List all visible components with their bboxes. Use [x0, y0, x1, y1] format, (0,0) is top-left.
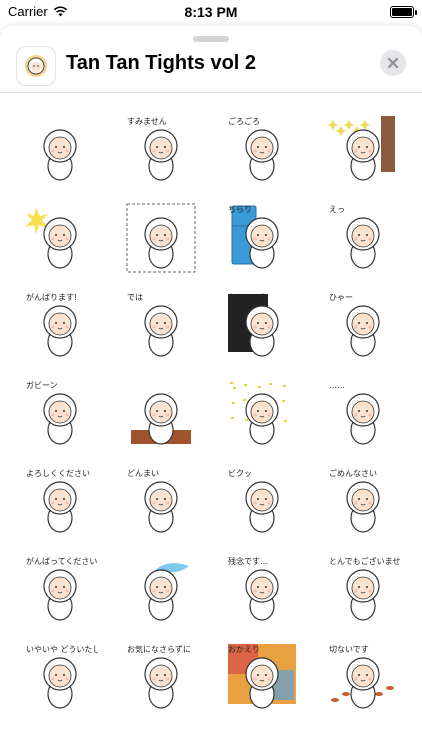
header-divider — [0, 92, 422, 93]
sticker-sad-leaves-icon: 切ないです — [329, 645, 394, 709]
sticker-text: すみません — [127, 117, 167, 126]
sticker-cell[interactable]: がんばります! — [10, 282, 110, 370]
sticker-cell[interactable] — [111, 194, 211, 282]
sticker-cell[interactable] — [10, 106, 110, 194]
sticker-cell[interactable]: ビクッ — [212, 458, 312, 546]
sticker-text: えっ — [329, 205, 345, 214]
sticker-text: いやいや どういたしまして — [26, 645, 98, 654]
sticker-text: …… — [329, 381, 345, 390]
sticker-cell[interactable]: ちらり — [212, 194, 312, 282]
sticker-text: ひゃー — [329, 293, 353, 302]
sticker-text: ごめんなさい — [329, 468, 377, 478]
sticker-text: がんばります! — [26, 292, 77, 302]
sticker-cell[interactable] — [111, 370, 211, 458]
sticker-cell[interactable]: お気になさらずに — [111, 634, 211, 722]
sticker-dont-worry-icon: お気になさらずに — [127, 644, 191, 709]
sticker-text: ごろごろ — [228, 116, 260, 126]
sticker-sheet: Tan Tan Tights vol 2 すみません ごろごろちらり えっがんばりま… — [0, 26, 422, 750]
sticker-bow-icon: よろしくください — [26, 469, 90, 533]
sticker-text: ビクッ — [228, 469, 252, 478]
sticker-donmai-icon: どんまい — [127, 469, 178, 533]
sticker-cell[interactable]: …… — [313, 370, 413, 458]
sticker-scream-icon: ひゃー — [329, 293, 380, 357]
sticker-text: とんでもございません — [329, 556, 401, 566]
sticker-water-splash-icon — [144, 563, 189, 621]
sticker-cell[interactable] — [212, 370, 312, 458]
sticker-surprised-icon: えっ — [329, 205, 380, 269]
sticker-grid: すみません ごろごろちらり えっがんばります! では なんという ひゃーガビーン …… よろし… — [10, 106, 412, 722]
sticker-humble-icon: とんでもございません — [329, 556, 401, 621]
sticker-text: 残念です… — [228, 556, 268, 566]
sticker-confetti-icon — [230, 382, 287, 445]
sticker-cell[interactable]: おかえり — [212, 634, 312, 722]
sticker-reading-cry-icon — [131, 393, 191, 445]
sticker-apology-icon: すみません — [127, 117, 178, 181]
sticker-cheer-drum-icon: がんばってください! — [26, 556, 98, 621]
sticker-text: では — [127, 293, 143, 302]
sticker-text: なんという — [228, 293, 268, 302]
sticker-text: どんまい — [127, 469, 159, 478]
sticker-cell[interactable]: 切ないです — [313, 634, 413, 722]
sticker-cell[interactable]: いやいや どういたしまして — [10, 634, 110, 722]
app-icon — [16, 46, 56, 86]
sticker-flash-icon — [25, 208, 77, 269]
status-time: 8:13 PM — [184, 4, 238, 20]
sticker-shock-icon — [126, 203, 196, 273]
sticker-cell[interactable]: なんという — [212, 282, 312, 370]
sheet-header: Tan Tan Tights vol 2 — [0, 42, 422, 92]
sticker-sparkle-door-icon — [327, 116, 395, 181]
sticker-fridge-peek-icon: ちらり — [228, 205, 279, 269]
sticker-karate-icon: がんばります! — [26, 292, 77, 357]
sticker-text: ガビーン — [26, 380, 58, 390]
sticker-startle-icon: ビクッ — [228, 469, 279, 533]
close-button[interactable] — [380, 50, 406, 76]
sticker-cell[interactable]: 残念です… — [212, 546, 312, 634]
sticker-text: おかえり — [228, 645, 260, 654]
sticker-cell[interactable]: がんばってください! — [10, 546, 110, 634]
sticker-cell[interactable]: すみません — [111, 106, 211, 194]
sticker-disappointed-icon: 残念です… — [228, 556, 279, 621]
sticker-dramatic-icon: なんという — [228, 293, 279, 357]
sticker-cell[interactable]: よろしくください — [10, 458, 110, 546]
sticker-gabin-icon: ガビーン — [26, 380, 77, 445]
sticker-cell[interactable]: では — [111, 282, 211, 370]
sticker-text: ちらり — [228, 205, 252, 214]
sticker-cell[interactable]: とんでもございません — [313, 546, 413, 634]
page-title: Tan Tan Tights vol 2 — [66, 52, 257, 74]
sticker-welcome-icon: いやいや どういたしまして — [26, 645, 98, 709]
sticker-cell[interactable]: どんまい — [111, 458, 211, 546]
sticker-cell[interactable]: えっ — [313, 194, 413, 282]
sticker-cell[interactable] — [111, 546, 211, 634]
sticker-text: 切ないです — [329, 645, 369, 654]
close-icon — [387, 57, 399, 69]
sticker-text: お気になさらずに — [127, 644, 191, 654]
sticker-colorful-wall-icon: おかえり — [228, 644, 296, 709]
sticker-walking-icon — [43, 129, 77, 181]
sticker-text: がんばってください! — [26, 556, 98, 566]
sticker-silence-icon: …… — [329, 381, 380, 445]
sticker-wave-icon: では — [127, 293, 178, 357]
sticker-cell[interactable]: ごろごろ — [212, 106, 312, 194]
battery-icon — [390, 6, 414, 18]
sticker-cell[interactable]: ガビーン — [10, 370, 110, 458]
sticker-cell[interactable]: ごめんなさい — [313, 458, 413, 546]
sticker-sorry-icon: ごめんなさい — [329, 468, 380, 533]
sticker-cell[interactable] — [10, 194, 110, 282]
sticker-cell[interactable] — [313, 106, 413, 194]
sticker-cell[interactable]: ひゃー — [313, 282, 413, 370]
sticker-text: よろしくください — [26, 469, 90, 478]
sticker-rolling-icon: ごろごろ — [228, 116, 279, 181]
status-bar: Carrier 8:13 PM — [0, 0, 422, 24]
